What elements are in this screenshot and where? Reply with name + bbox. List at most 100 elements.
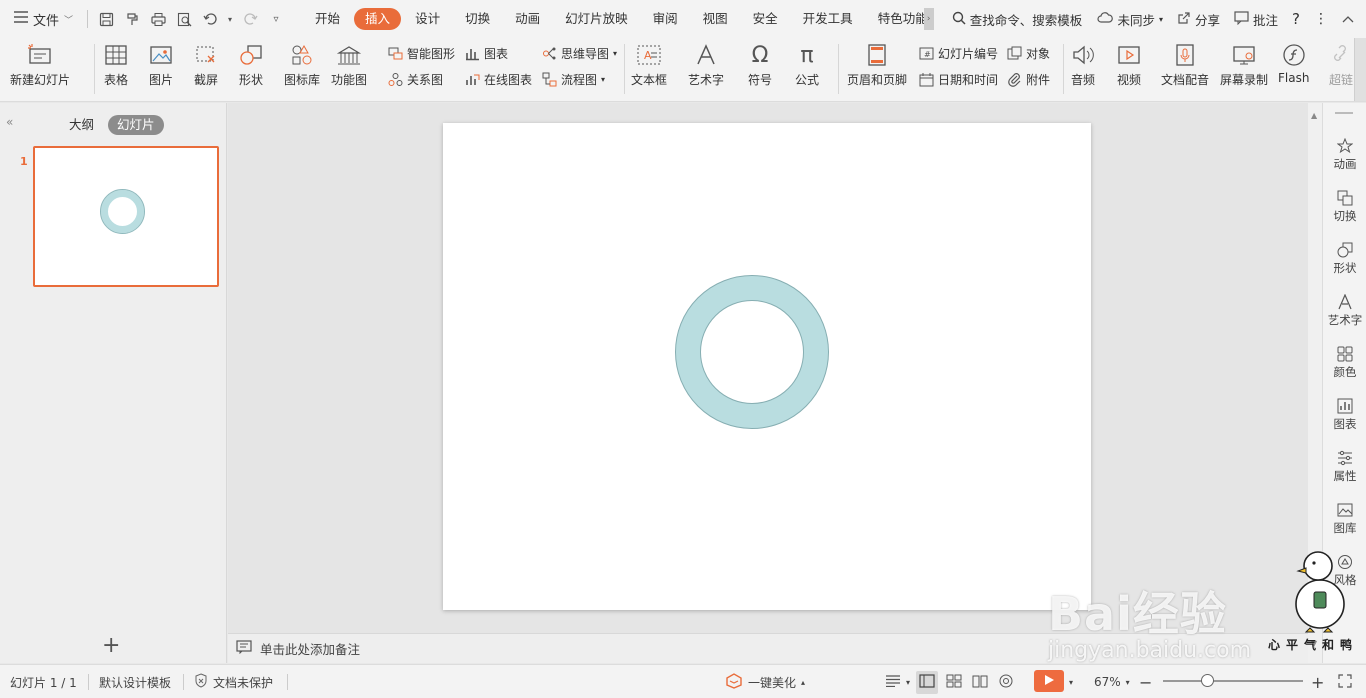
symbol-button[interactable]: Ω 符号 <box>747 38 773 88</box>
scroll-up-icon[interactable]: ▲ <box>1311 111 1317 120</box>
save-icon[interactable] <box>96 9 116 29</box>
sidebar-item-label: 切换 <box>1333 209 1357 223</box>
print-preview-icon[interactable] <box>174 9 194 29</box>
tab-slideshow[interactable]: 幻灯片放映 <box>554 8 639 30</box>
smart-shape-icon <box>387 46 403 62</box>
format-painter-icon[interactable] <box>122 9 142 29</box>
tab-outline[interactable]: 大纲 <box>69 115 94 135</box>
help-button[interactable]: ? <box>1292 10 1300 28</box>
sidebar-item-label: 图库 <box>1333 521 1357 535</box>
tab-animation[interactable]: 动画 <box>504 8 551 30</box>
play-slideshow-button[interactable] <box>1034 670 1064 692</box>
shape-button[interactable]: 形状 <box>238 38 264 88</box>
sidebar-item-gallery[interactable]: 图库 <box>1323 501 1366 536</box>
textbox-button[interactable]: A 文本框 <box>631 38 667 88</box>
sidebar-item-color[interactable]: 颜色 <box>1323 345 1366 380</box>
reading-view-button[interactable] <box>972 665 988 698</box>
zoom-slider-track[interactable] <box>1163 680 1303 682</box>
donut-shape[interactable] <box>675 275 829 429</box>
print-icon[interactable] <box>148 9 168 29</box>
object-button[interactable]: 对象 <box>1006 45 1050 62</box>
document-protection-button[interactable]: 文档未保护 <box>194 665 273 698</box>
screenshot-button[interactable]: 截屏 <box>193 38 219 88</box>
sidebar-item-properties[interactable]: 属性 <box>1323 449 1366 484</box>
tab-slides[interactable]: 幻灯片 <box>108 115 164 135</box>
ribbon-scrollbar[interactable] <box>1354 38 1366 101</box>
relation-label: 关系图 <box>407 73 444 87</box>
sidebar-item-shape[interactable]: 形状 <box>1323 241 1366 276</box>
sidebar-item-transition[interactable]: 切换 <box>1323 189 1366 224</box>
tab-view[interactable]: 视图 <box>692 8 739 30</box>
slide-page[interactable] <box>443 123 1091 610</box>
design-template-button[interactable]: 默认设计模板 <box>99 665 171 698</box>
video-button[interactable]: 视频 <box>1116 38 1142 88</box>
slide-thumbnail[interactable] <box>33 146 219 287</box>
function-chart-button[interactable]: 功能图 <box>331 38 367 88</box>
relation-chart-button[interactable]: 关系图 <box>387 71 443 88</box>
customize-toolbar-icon[interactable]: ▿ <box>266 9 286 29</box>
slide-sorter-button[interactable] <box>946 665 962 698</box>
help-label: ? <box>1292 10 1300 28</box>
zoom-out-button[interactable]: − <box>1139 665 1152 698</box>
mindmap-button[interactable]: 思维导图 ▾ <box>541 45 617 62</box>
undo-dropdown-icon[interactable]: ▾ <box>226 9 234 29</box>
comment-button[interactable]: 批注 <box>1234 10 1278 29</box>
picture-button[interactable]: 图片 <box>148 38 174 88</box>
slideshow-dropdown-icon[interactable]: ▾ <box>1069 665 1073 698</box>
zoom-in-button[interactable]: + <box>1311 665 1324 698</box>
speaker-icon <box>1070 42 1096 68</box>
zoom-level[interactable]: 67% ▾ <box>1094 665 1130 698</box>
share-button[interactable]: 分享 <box>1177 10 1220 29</box>
new-slide-button[interactable]: 新建幻灯片 <box>10 38 70 88</box>
add-slide-button[interactable]: + <box>102 633 120 658</box>
ribbon-divider <box>94 44 95 94</box>
command-search[interactable]: 查找命令、搜索模板 <box>952 10 1082 29</box>
screen-record-button[interactable]: 屏幕录制 <box>1220 38 1268 88</box>
table-button[interactable]: 表格 <box>103 38 129 88</box>
file-menu-button[interactable]: 文件 ﹀ <box>0 0 83 38</box>
notes-toggle-button[interactable]: ▾ <box>885 665 910 698</box>
presenter-view-button[interactable] <box>998 665 1014 698</box>
flash-button[interactable]: Flash <box>1278 38 1309 85</box>
chart-button[interactable]: 图表 <box>464 45 508 62</box>
one-click-beautify-button[interactable]: 一键美化 ▴ <box>725 665 805 698</box>
smart-shape-button[interactable]: 智能图形 <box>387 45 455 62</box>
undo-icon[interactable] <box>200 9 220 29</box>
tab-features[interactable]: 特色功能 <box>867 8 925 30</box>
doc-audio-button[interactable]: 文档配音 <box>1161 38 1209 88</box>
flowchart-button[interactable]: 流程图 ▾ <box>541 71 605 88</box>
hyperlink-button[interactable]: 超链 <box>1328 38 1354 88</box>
collapse-ribbon-icon[interactable] <box>1342 15 1354 23</box>
zoom-slider-handle[interactable] <box>1201 674 1214 687</box>
normal-view-button[interactable] <box>916 665 938 698</box>
tab-transition[interactable]: 切换 <box>454 8 501 30</box>
wordart-button[interactable]: 艺术字 <box>688 38 724 88</box>
fit-window-button[interactable] <box>1338 665 1352 698</box>
more-options-icon[interactable]: ⋮ <box>1314 11 1328 27</box>
tab-developer[interactable]: 开发工具 <box>792 8 864 30</box>
tab-review[interactable]: 审阅 <box>642 8 689 30</box>
icon-library-button[interactable]: 图标库 <box>284 38 320 88</box>
header-footer-button[interactable]: 页眉和页脚 <box>847 38 907 88</box>
header-footer-icon <box>864 42 890 68</box>
shape-label: 形状 <box>238 73 263 87</box>
sidebar-item-chart[interactable]: 图表 <box>1323 397 1366 432</box>
tabs-scroll-right-icon[interactable]: › <box>923 8 934 30</box>
online-chart-button[interactable]: 在线图表 <box>464 71 532 88</box>
tab-insert[interactable]: 插入 <box>354 8 402 30</box>
formula-button[interactable]: π 公式 <box>794 38 820 88</box>
tab-design[interactable]: 设计 <box>404 8 451 30</box>
audio-button[interactable]: 音频 <box>1070 38 1096 88</box>
collapse-panel-icon[interactable]: « <box>6 115 13 129</box>
datetime-button[interactable]: 日期和时间 <box>918 71 998 88</box>
tab-home[interactable]: 开始 <box>304 8 351 30</box>
sidebar-item-wordart[interactable]: 艺术字 <box>1323 293 1366 328</box>
slide-number-button[interactable]: # 幻灯片编号 <box>918 45 998 62</box>
attachment-button[interactable]: 附件 <box>1006 71 1050 88</box>
picture-icon <box>148 42 174 68</box>
redo-icon[interactable] <box>240 9 260 29</box>
tab-security[interactable]: 安全 <box>742 8 789 30</box>
new-slide-icon <box>27 42 53 68</box>
sync-button[interactable]: 未同步 ▾ <box>1097 10 1163 29</box>
sidebar-item-animation[interactable]: 动画 <box>1323 137 1366 172</box>
